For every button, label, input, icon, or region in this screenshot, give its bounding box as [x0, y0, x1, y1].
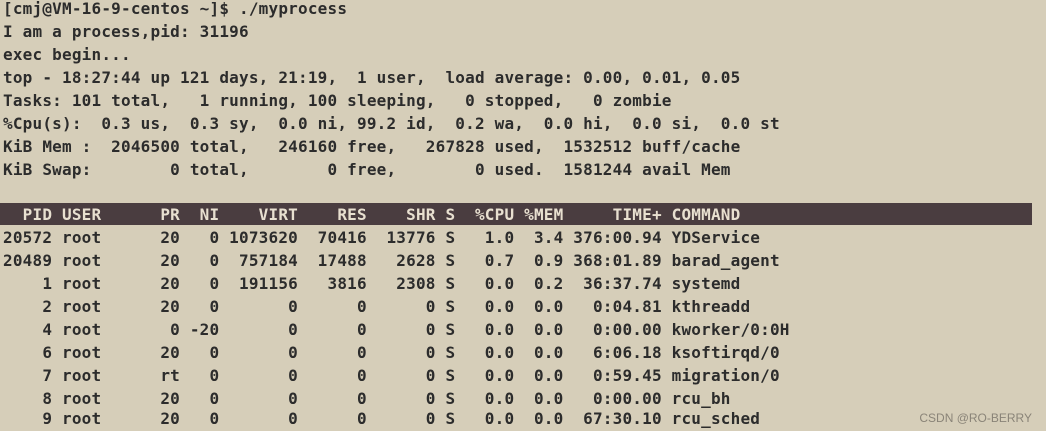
watermark-text: CSDN @RO-BERRY: [919, 411, 1032, 425]
process-row: 7 root rt 0 0 0 0 S 0.0 0.0 0:59.45 migr…: [3, 366, 780, 385]
tasks-summary-line: Tasks: 101 total, 1 running, 100 sleepin…: [3, 91, 672, 110]
process-row: 20489 root 20 0 757184 17488 2628 S 0.7 …: [3, 251, 780, 270]
swap-summary-line: KiB Swap: 0 total, 0 free, 0 used. 15812…: [3, 160, 731, 179]
process-row: 20572 root 20 0 1073620 70416 13776 S 1.…: [3, 228, 761, 247]
terminal-window[interactable]: [cmj@VM-16-9-centos ~]$ ./myprocess I am…: [0, 0, 1046, 431]
process-row: 1 root 20 0 191156 3816 2308 S 0.0 0.2 3…: [3, 274, 741, 293]
cpu-summary-line: %Cpu(s): 0.3 us, 0.3 sy, 0.0 ni, 99.2 id…: [3, 114, 780, 133]
process-pid-output: I am a process,pid: 31196: [3, 22, 249, 41]
process-row: 9 root 20 0 0 0 0 S 0.0 0.0 67:30.10 rcu…: [3, 409, 761, 428]
mem-summary-line: KiB Mem : 2046500 total, 246160 free, 26…: [3, 137, 741, 156]
process-row: 2 root 20 0 0 0 0 S 0.0 0.0 0:04.81 kthr…: [3, 297, 751, 316]
top-summary-line: top - 18:27:44 up 121 days, 21:19, 1 use…: [3, 68, 741, 87]
exec-begin-output: exec begin...: [3, 45, 131, 64]
prompt-command-line: [cmj@VM-16-9-centos ~]$ ./myprocess: [3, 0, 348, 18]
process-row: 4 root 0 -20 0 0 0 S 0.0 0.0 0:00.00 kwo…: [3, 320, 790, 339]
process-table-header: PID USER PR NI VIRT RES SHR S %CPU %MEM …: [3, 205, 741, 224]
process-row: 6 root 20 0 0 0 0 S 0.0 0.0 6:06.18 ksof…: [3, 343, 780, 362]
